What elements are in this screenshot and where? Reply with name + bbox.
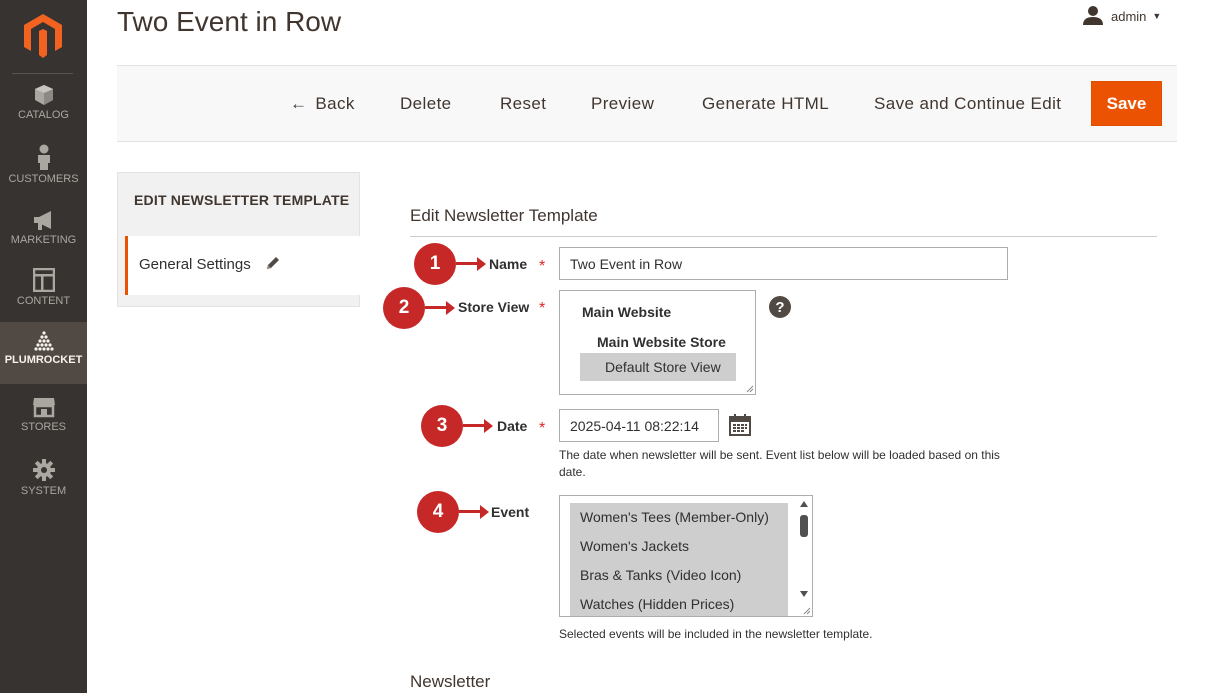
date-note: The date when newsletter will be sent. E… (559, 448, 1000, 479)
megaphone-icon (0, 209, 87, 231)
tabs-title: EDIT NEWSLETTER TEMPLATE (134, 192, 350, 208)
reset-button[interactable]: Reset (500, 94, 546, 114)
save-and-continue-button[interactable]: Save and Continue Edit (874, 94, 1061, 114)
name-input[interactable]: Two Event in Row (559, 247, 1008, 280)
nav-item-customers[interactable]: CUSTOMERS (0, 144, 87, 206)
event-option[interactable]: Women's Tees (Member-Only) (580, 509, 769, 525)
tabs-panel: EDIT NEWSLETTER TEMPLATE General Setting… (117, 172, 360, 307)
date-input[interactable]: 2025-04-11 08:22:14 (559, 409, 719, 442)
gear-icon (0, 458, 87, 482)
store-view-multiselect[interactable]: Main Website Main Website Store Default … (559, 290, 756, 395)
nav-item-content[interactable]: CONTENT (0, 268, 87, 330)
newsletter-section-title: Newsletter (410, 672, 491, 691)
store-view-option-default[interactable]: Default Store View (580, 353, 736, 381)
user-icon (1083, 5, 1103, 28)
person-icon (0, 144, 87, 170)
user-name: admin (1111, 8, 1147, 24)
user-account-menu[interactable]: admin ▼ (1083, 5, 1162, 28)
section-title: Edit Newsletter Template (410, 206, 598, 225)
nav-item-label: SYSTEM (20, 485, 67, 497)
resize-handle-icon[interactable] (746, 385, 754, 393)
nav-item-system[interactable]: SYSTEM (0, 458, 87, 520)
nav-item-label: STORES (20, 421, 67, 433)
required-mark: * (539, 258, 546, 275)
save-button[interactable]: Save (1091, 81, 1162, 126)
scroll-down-icon (800, 591, 808, 597)
required-mark: * (539, 300, 546, 317)
tab-general-settings[interactable]: General Settings (125, 236, 360, 295)
chevron-down-icon: ▼ (1152, 11, 1162, 21)
nav-divider (12, 73, 73, 74)
step-badge-2: 2 (383, 287, 425, 329)
date-label: Date (497, 418, 528, 434)
arrow-right-icon (425, 301, 455, 315)
event-label: Event (491, 504, 530, 520)
nav-item-label: CONTENT (16, 295, 71, 307)
nav-item-catalog[interactable]: CATALOG (0, 84, 87, 146)
plumrocket-icon (0, 322, 87, 354)
nav-item-stores[interactable]: STORES (0, 396, 87, 458)
nav-item-label: CUSTOMERS (8, 173, 79, 185)
layout-icon (0, 268, 87, 292)
storefront-icon (0, 396, 87, 418)
tab-label: General Settings (139, 256, 251, 273)
page-title: Two Event in Row (117, 6, 342, 37)
back-button[interactable]: ← Back (290, 94, 355, 114)
store-view-option-store[interactable]: Main Website Store (597, 334, 726, 350)
magento-logo-icon[interactable] (24, 14, 62, 58)
step-badge-3: 3 (421, 405, 463, 447)
admin-sidebar: CATALOG CUSTOMERS MARKETING CONTENT PLUM… (0, 0, 87, 693)
event-option[interactable]: Bras & Tanks (Video Icon) (580, 567, 741, 583)
name-label: Name (489, 256, 528, 272)
step-badge-1: 1 (414, 243, 456, 285)
help-icon[interactable]: ? (769, 296, 791, 318)
generate-html-button[interactable]: Generate HTML (702, 94, 829, 114)
nav-item-label: CATALOG (18, 109, 69, 121)
nav-item-label: PLUMROCKET (4, 354, 83, 366)
cube-icon (0, 84, 87, 106)
event-scrollbar[interactable] (797, 497, 811, 615)
arrow-left-icon: ← (290, 94, 308, 113)
preview-button[interactable]: Preview (591, 94, 654, 114)
arrow-right-icon (456, 257, 486, 271)
step-badge-4: 4 (417, 491, 459, 533)
required-mark: * (539, 420, 546, 437)
section-divider (410, 236, 1157, 237)
store-view-label: Store View (458, 299, 530, 315)
nav-item-marketing[interactable]: MARKETING (0, 209, 87, 271)
event-note: Selected events will be included in the … (559, 627, 873, 641)
page-actions-toolbar: ← Back Delete Reset Preview Generate HTML… (117, 65, 1177, 142)
event-multiselect[interactable]: Women's Tees (Member-Only) Women's Jacke… (559, 495, 813, 617)
nav-item-label: MARKETING (10, 234, 77, 246)
delete-button[interactable]: Delete (400, 94, 452, 114)
event-option[interactable]: Women's Jackets (580, 538, 689, 554)
arrow-right-icon (463, 419, 493, 433)
store-view-option-website[interactable]: Main Website (582, 304, 671, 320)
back-button-label: Back (315, 94, 355, 113)
scroll-up-icon (800, 501, 808, 507)
pencil-icon (265, 255, 281, 276)
calendar-icon[interactable] (729, 414, 751, 441)
event-option[interactable]: Watches (Hidden Prices) (580, 596, 734, 612)
nav-item-plumrocket[interactable]: PLUMROCKET (0, 322, 87, 384)
arrow-right-icon (459, 505, 489, 519)
